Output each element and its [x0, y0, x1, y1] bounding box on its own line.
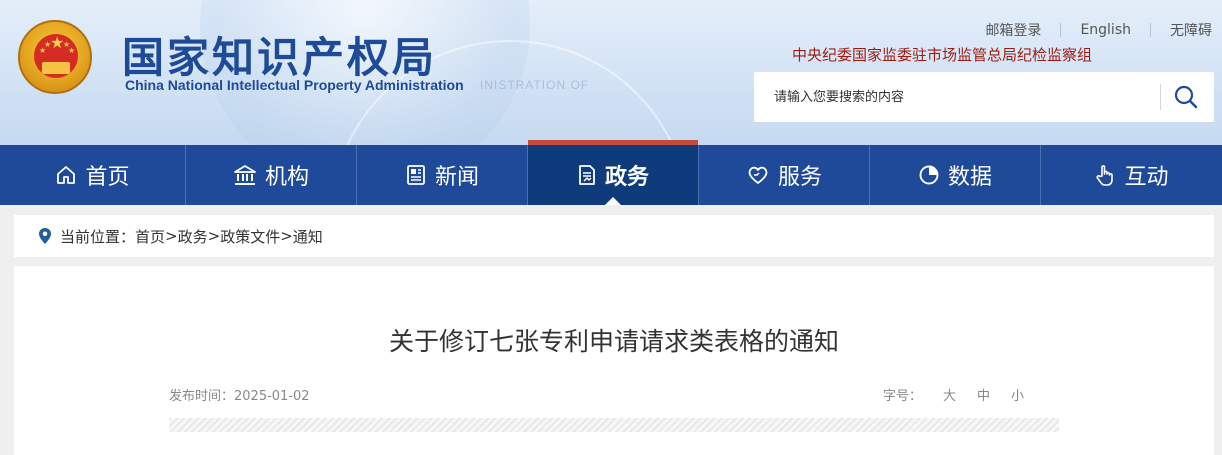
font-size-large-button[interactable]: 大: [943, 385, 956, 404]
site-header: INISTRATION OF ★ ★ ★ ★ ★ 国家知识产权局 China N…: [0, 0, 1222, 145]
english-link[interactable]: English: [1061, 22, 1150, 38]
breadcrumb: 当前位置： 首页 > 政务 > 政策文件 > 通知: [14, 215, 1214, 257]
nav-label: 数据: [947, 165, 992, 190]
top-links: 邮箱登录 English 无障碍: [966, 20, 1212, 40]
breadcrumb-separator: >: [280, 227, 293, 245]
breadcrumb-item-policy-documents[interactable]: 政策文件: [220, 226, 280, 247]
discipline-inspection-link[interactable]: 中央纪委国家监委驻市场监管总局纪检监察组: [792, 44, 1092, 65]
nav-item-institution[interactable]: 机构: [186, 145, 357, 205]
breadcrumb-item-home[interactable]: 首页: [135, 226, 165, 247]
pie-chart-icon: [919, 165, 939, 185]
nav-item-service[interactable]: 服务: [699, 145, 870, 205]
article-panel: 关于修订七张专利申请请求类表格的通知 发布时间：2025-01-02 字号： 大…: [14, 266, 1214, 455]
search-button[interactable]: [1170, 82, 1202, 112]
nav-item-data[interactable]: 数据: [870, 145, 1041, 205]
search-divider: [1160, 84, 1161, 110]
publish-date: 2025-01-02: [234, 389, 310, 404]
hand-pointer-icon: [1096, 165, 1114, 186]
location-pin-icon: [39, 228, 51, 244]
search-icon: [1174, 85, 1198, 109]
breadcrumb-separator: >: [165, 227, 178, 245]
nav-item-home[interactable]: 首页: [0, 145, 186, 205]
site-name-cn[interactable]: 国家知识产权局: [122, 24, 437, 85]
search-box: [754, 72, 1214, 122]
news-icon: [407, 165, 425, 185]
publish-info: 发布时间：2025-01-02: [169, 385, 310, 404]
site-name-en[interactable]: China National Intellectual Property Adm…: [125, 77, 464, 93]
nav-item-news[interactable]: 新闻: [357, 145, 528, 205]
service-heart-icon: [748, 166, 768, 184]
search-input[interactable]: [774, 86, 1154, 108]
institution-icon: [234, 165, 256, 185]
font-size-label: 字号：: [882, 389, 922, 404]
publish-label: 发布时间：: [169, 389, 235, 404]
nav-label: 政务: [604, 165, 649, 190]
nav-label: 服务: [777, 165, 822, 190]
breadcrumb-separator: >: [207, 227, 221, 245]
breadcrumb-prefix: 当前位置：: [60, 227, 136, 246]
accessibility-link[interactable]: 无障碍: [1151, 20, 1212, 40]
hatched-divider: [169, 418, 1059, 432]
nav-label: 机构: [264, 165, 309, 190]
breadcrumb-item-affairs[interactable]: 政务: [178, 226, 208, 247]
national-emblem-logo[interactable]: ★ ★ ★ ★ ★: [18, 20, 92, 94]
nav-label: 互动: [1124, 165, 1169, 190]
article-title: 关于修订七张专利申请请求类表格的通知: [388, 327, 839, 356]
nav-item-interaction[interactable]: 互动: [1041, 145, 1222, 205]
document-icon: [579, 165, 595, 185]
watermark-text: INISTRATION OF: [480, 78, 590, 92]
font-size-switcher: 字号： 大 中 小: [883, 385, 1024, 404]
nav-label: 首页: [85, 165, 130, 190]
main-nav: 首页 机构 新闻 政务 服务 数据 互动: [0, 140, 1222, 205]
nav-label: 新闻: [434, 165, 479, 190]
nav-item-government-affairs[interactable]: 政务: [528, 140, 699, 205]
home-icon: [57, 166, 76, 184]
breadcrumb-item-notice[interactable]: 通知: [293, 226, 323, 247]
font-size-medium-button[interactable]: 中: [977, 385, 990, 404]
mail-login-link[interactable]: 邮箱登录: [966, 20, 1060, 40]
font-size-small-button[interactable]: 小: [1011, 385, 1024, 404]
